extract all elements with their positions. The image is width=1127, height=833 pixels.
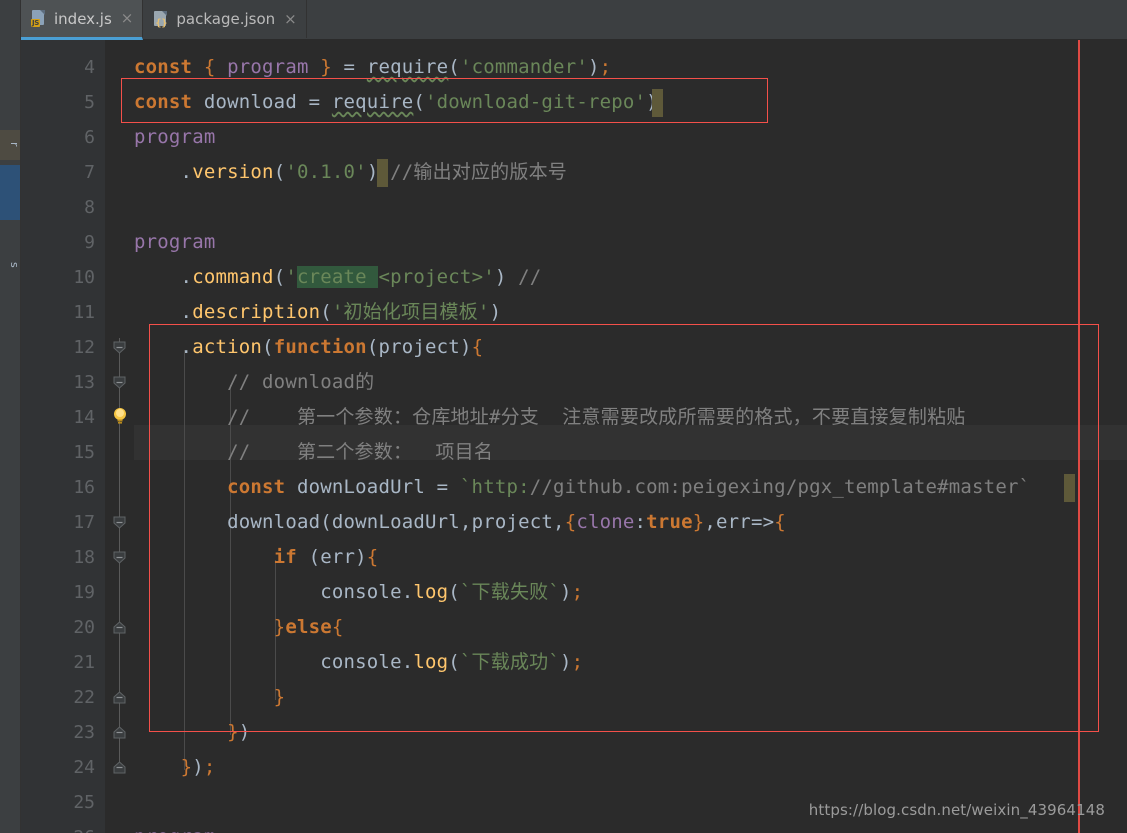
line-number: 11 <box>73 302 95 323</box>
code-editor[interactable]: 4 5 6 7 8 9 10 11 12 13 14 15 16 17 18 19 20 21 22 23 24 25 26… <box>21 40 1127 833</box>
line-number-gutter: 4 5 6 7 8 9 10 11 12 13 14 15 16 17 18 19 20 21 22 23 24 25 26 <box>21 40 105 833</box>
code-line[interactable]: const { program } = require('commander')… <box>134 50 611 85</box>
fold-collapse-icon[interactable] <box>113 691 126 704</box>
code-line[interactable]: }) <box>134 715 250 750</box>
code-line[interactable]: }else{ <box>134 610 344 645</box>
fold-expand-icon[interactable] <box>113 341 126 354</box>
typed-region-marker <box>652 89 663 117</box>
tab-index-js[interactable]: JS index.js × <box>21 0 144 40</box>
line-number: 7 <box>84 162 95 183</box>
line-number: 24 <box>73 757 95 778</box>
tab-close-icon[interactable]: × <box>121 11 134 26</box>
line-number: 4 <box>84 57 95 78</box>
code-line[interactable]: // download的 <box>134 365 374 400</box>
line-number: 5 <box>84 92 95 113</box>
line-number: 19 <box>73 582 95 603</box>
line-number: 13 <box>73 372 95 393</box>
fold-expand-icon[interactable] <box>113 376 126 389</box>
tab-close-icon[interactable]: × <box>284 11 297 27</box>
fold-expand-icon[interactable] <box>113 516 126 529</box>
code-line[interactable]: } <box>134 680 285 715</box>
code-line[interactable]: .version('0.1.0') //输出对应的版本号 <box>134 155 567 190</box>
code-line[interactable]: .description('初始化项目模板') <box>134 295 501 330</box>
js-file-icon: JS <box>31 10 47 27</box>
line-number: 26 <box>73 820 95 833</box>
line-number: 12 <box>73 337 95 358</box>
line-number: 20 <box>73 617 95 638</box>
tool-strip-button-2[interactable] <box>0 165 20 220</box>
code-line[interactable]: console.log(`下载失败`); <box>134 575 583 610</box>
fold-collapse-icon[interactable] <box>113 621 126 634</box>
code-line[interactable]: program <box>134 820 215 833</box>
fold-collapse-icon[interactable] <box>113 726 126 739</box>
line-number: 6 <box>84 127 95 148</box>
code-line[interactable]: // 第二个参数： 项目名 <box>134 435 493 470</box>
line-number: 8 <box>84 197 95 218</box>
line-number: 23 <box>73 722 95 743</box>
typed-region-marker <box>377 159 388 187</box>
tab-label-index-js: index.js <box>54 9 112 28</box>
line-number: 17 <box>73 512 95 533</box>
line-number: 25 <box>73 792 95 813</box>
line-number: 18 <box>73 547 95 568</box>
code-line[interactable]: console.log(`下载成功`); <box>134 645 583 680</box>
editor-tab-bar: JS index.js × {} package.json × <box>21 0 1127 40</box>
line-number: 21 <box>73 652 95 673</box>
code-line[interactable]: download(downLoadUrl,project,{clone:true… <box>134 505 786 540</box>
code-line[interactable]: program <box>134 225 215 260</box>
json-file-icon: {} <box>153 10 169 28</box>
code-folding-column[interactable] <box>105 40 134 833</box>
tab-bar-empty-area <box>307 0 1127 38</box>
code-line[interactable]: .action(function(project){ <box>134 330 483 365</box>
code-line[interactable]: }); <box>134 750 216 785</box>
line-number: 14 <box>73 407 95 428</box>
line-number: 22 <box>73 687 95 708</box>
code-line[interactable]: // 第一个参数：仓库地址#分支 注意需要改成所需要的格式，不要直接复制粘贴 <box>134 400 965 435</box>
fold-collapse-icon[interactable] <box>113 761 126 774</box>
watermark-text: https://blog.csdn.net/weixin_43964148 <box>808 801 1105 819</box>
tab-package-json[interactable]: {} package.json × <box>143 0 307 38</box>
tab-label-package-json: package.json <box>176 10 276 28</box>
line-number: 10 <box>73 267 95 288</box>
code-line[interactable]: const downLoadUrl = `http://github.com:p… <box>134 470 1030 505</box>
line-number: 15 <box>73 442 95 463</box>
fold-expand-icon[interactable] <box>113 551 126 564</box>
line-number: 16 <box>73 477 95 498</box>
code-line[interactable]: if (err){ <box>134 540 379 575</box>
code-content-area[interactable]: const { program } = require('commander')… <box>134 40 1127 833</box>
right-margin-guide <box>1078 40 1080 833</box>
code-line[interactable]: const download = require('download-git-r… <box>134 85 658 120</box>
tool-strip-button-3[interactable]: s <box>0 250 20 280</box>
code-line[interactable]: .command('create <project>') // <box>134 260 541 295</box>
tool-strip-button-1[interactable]: r <box>0 130 20 160</box>
code-line[interactable]: program <box>134 120 215 155</box>
intention-bulb-icon[interactable] <box>112 407 128 425</box>
tool-window-strip[interactable]: r s <box>0 0 21 833</box>
typed-region-marker <box>1064 474 1075 502</box>
ide-window: r s JS index.js × {} package.json × 4 5 6 7… <box>0 0 1127 833</box>
line-number: 9 <box>84 232 95 253</box>
